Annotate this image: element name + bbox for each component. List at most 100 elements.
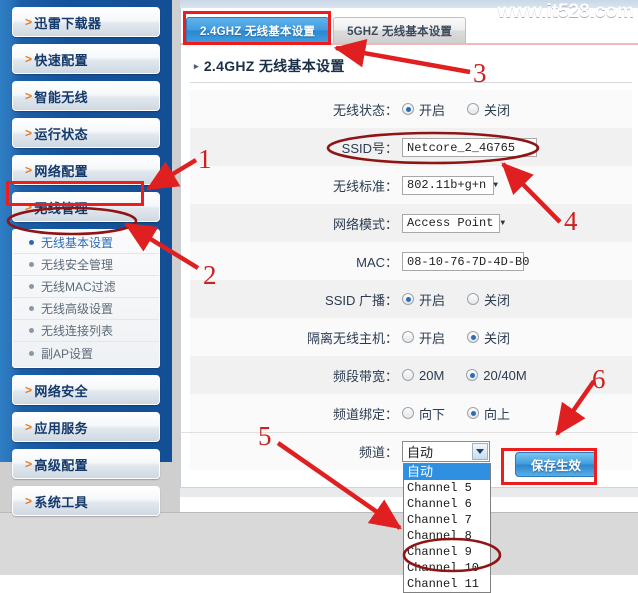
wireless-standard-select[interactable]: 802.11b+g+n ▼ [402, 175, 498, 195]
sidebar-item-label: 高级配置 [34, 457, 89, 473]
row-mac: MAC： 08-10-76-7D-4D-B0 [190, 242, 632, 280]
chevron-right-icon: > [25, 52, 33, 66]
sidebar-item-thunder-downloader[interactable]: > 迅雷下载器 [12, 7, 160, 37]
annotation-number-2: 2 [203, 260, 217, 290]
wireless-standard-value: 802.11b+g+n [407, 177, 487, 192]
annotation-number-3: 3 [473, 58, 487, 88]
row-isolate-host: 隔离无线主机： 开启 关闭 [190, 318, 632, 356]
sidebar-subitem-wireless-advanced[interactable]: 无线高级设置 [13, 298, 159, 320]
radio-wireless-status-off[interactable]: 关闭 [467, 100, 510, 119]
channel-option-10[interactable]: Channel 10 [404, 560, 490, 576]
label-isolate-host: 隔离无线主机： [306, 330, 398, 346]
channel-option-8[interactable]: Channel 8 [404, 528, 490, 544]
sidebar-item-advanced-config[interactable]: > 高级配置 [12, 449, 160, 479]
sidebar-item-label: 智能无线 [34, 89, 89, 105]
network-mode-value: Access Point [407, 215, 494, 230]
radio-icon [402, 293, 414, 305]
radio-label: 关闭 [484, 330, 511, 346]
chevron-right-icon: > [25, 420, 33, 434]
channel-option-6[interactable]: Channel 6 [404, 496, 490, 512]
channel-option-9[interactable]: Channel 9 [404, 544, 490, 560]
label-wireless-standard: 无线标准： [332, 178, 398, 194]
radio-icon [466, 369, 479, 381]
control-network-mode: Access Point ▼ [402, 213, 632, 233]
radio-band-width-2040m[interactable]: 20/40M [466, 367, 527, 383]
sidebar-subitem-label: 无线高级设置 [41, 302, 114, 316]
label-mac: MAC： [356, 254, 398, 270]
form-bottom-divider [180, 432, 638, 433]
channel-option-5[interactable]: Channel 5 [404, 480, 490, 496]
channel-selected-value: 自动 [407, 444, 434, 460]
chevron-right-icon: > [25, 15, 33, 29]
chevron-right-icon: > [25, 494, 33, 508]
sidebar-item-smart-wireless[interactable]: > 智能无线 [12, 81, 160, 111]
sidebar-subitem-wireless-client-list[interactable]: 无线连接列表 [13, 320, 159, 342]
channel-select[interactable]: 自动 自动 Channel 5 Channel 6 Channel 7 Chan… [402, 440, 491, 593]
radio-isolate-host-off[interactable]: 关闭 [467, 328, 510, 347]
content-panel: www.it528.com 2.4GHZ 无线基本设置 5GHZ 无线基本设置 … [180, 0, 638, 593]
sidebar-item-label: 网络安全 [34, 383, 89, 399]
page-title: ▸ 2.4GHZ 无线基本设置 [194, 56, 345, 76]
sidebar-item-quick-setup[interactable]: > 快速配置 [12, 44, 160, 74]
radio-icon [467, 293, 480, 305]
radio-icon [402, 331, 414, 343]
sidebar-subitem-label: 无线安全管理 [41, 258, 114, 272]
sidebar-item-system-tools[interactable]: > 系统工具 [12, 486, 160, 516]
radio-ssid-broadcast-on[interactable]: 开启 [402, 290, 445, 309]
tab-5ghz-wireless-basic[interactable]: 5GHZ 无线基本设置 [333, 17, 467, 44]
row-wireless-standard: 无线标准： 802.11b+g+n ▼ [190, 166, 632, 204]
sidebar-subitem-wireless-basic-settings[interactable]: 无线基本设置 [13, 232, 159, 254]
annotation-box-tab [183, 11, 331, 45]
radio-channel-binding-down[interactable]: 向下 [402, 404, 445, 423]
radio-band-width-20m[interactable]: 20M [402, 368, 444, 383]
sidebar-item-running-status[interactable]: > 运行状态 [12, 118, 160, 148]
row-ssid: SSID号： Netcore_2_4G765 [190, 128, 632, 166]
radio-label: 关闭 [484, 102, 511, 118]
control-ssid: Netcore_2_4G765 [402, 137, 632, 157]
sidebar-item-application-service[interactable]: > 应用服务 [12, 412, 160, 442]
channel-option-auto[interactable]: 自动 [404, 463, 490, 480]
label-band-width: 频段带宽： [332, 368, 398, 384]
annotation-box-save [501, 448, 597, 485]
chevron-right-icon: > [25, 163, 33, 177]
radio-icon [402, 407, 414, 419]
bullet-icon [29, 284, 34, 289]
sidebar-subitem-label: 无线MAC过滤 [41, 280, 116, 294]
radio-ssid-broadcast-off[interactable]: 关闭 [467, 290, 510, 309]
mac-input[interactable]: 08-10-76-7D-4D-B0 [402, 251, 529, 271]
sidebar-subitem-secondary-ap[interactable]: 副AP设置 [13, 342, 159, 364]
radio-icon [402, 103, 414, 115]
radio-label: 开启 [419, 330, 446, 346]
label-network-mode: 网络模式： [332, 216, 398, 232]
bullet-icon [29, 328, 34, 333]
control-ssid-broadcast: 开启 关闭 [402, 290, 632, 309]
network-mode-select[interactable]: Access Point ▼ [402, 213, 505, 233]
sidebar-item-label: 网络配置 [34, 163, 89, 179]
bullet-icon [29, 306, 34, 311]
sidebar-item-label: 快速配置 [34, 52, 89, 68]
bullet-icon [29, 240, 34, 245]
row-ssid-broadcast: SSID 广播： 开启 关闭 [190, 280, 632, 318]
radio-label: 20/40M [483, 367, 527, 383]
sidebar-item-network-security[interactable]: > 网络安全 [12, 375, 160, 405]
radio-label: 向上 [484, 406, 511, 422]
label-channel-binding: 频道绑定： [332, 406, 398, 422]
title-divider [190, 82, 632, 83]
channel-option-11[interactable]: Channel 11 [404, 576, 490, 592]
ssid-input[interactable]: Netcore_2_4G765 [402, 137, 537, 157]
channel-dropdown-list[interactable]: 自动 Channel 5 Channel 6 Channel 7 Channel… [403, 462, 491, 593]
radio-wireless-status-on[interactable]: 开启 [402, 100, 445, 119]
sidebar-subitem-wireless-mac-filter[interactable]: 无线MAC过滤 [13, 276, 159, 298]
radio-channel-binding-up[interactable]: 向上 [467, 404, 510, 423]
radio-isolate-host-on[interactable]: 开启 [402, 328, 445, 347]
label-ssid-broadcast: SSID 广播： [325, 292, 398, 308]
sidebar-item-label: 运行状态 [34, 126, 89, 142]
annotation-number-5: 5 [258, 421, 272, 451]
chevron-down-icon[interactable] [472, 442, 488, 460]
chevron-right-icon: > [25, 383, 33, 397]
control-wireless-standard: 802.11b+g+n ▼ [402, 175, 632, 195]
sidebar-subitem-wireless-security[interactable]: 无线安全管理 [13, 254, 159, 276]
radio-label: 20M [419, 367, 445, 383]
channel-option-7[interactable]: Channel 7 [404, 512, 490, 528]
sidebar: > 迅雷下载器 > 快速配置 > 智能无线 > 运行状态 > 网络配置 > 无线… [0, 0, 172, 516]
